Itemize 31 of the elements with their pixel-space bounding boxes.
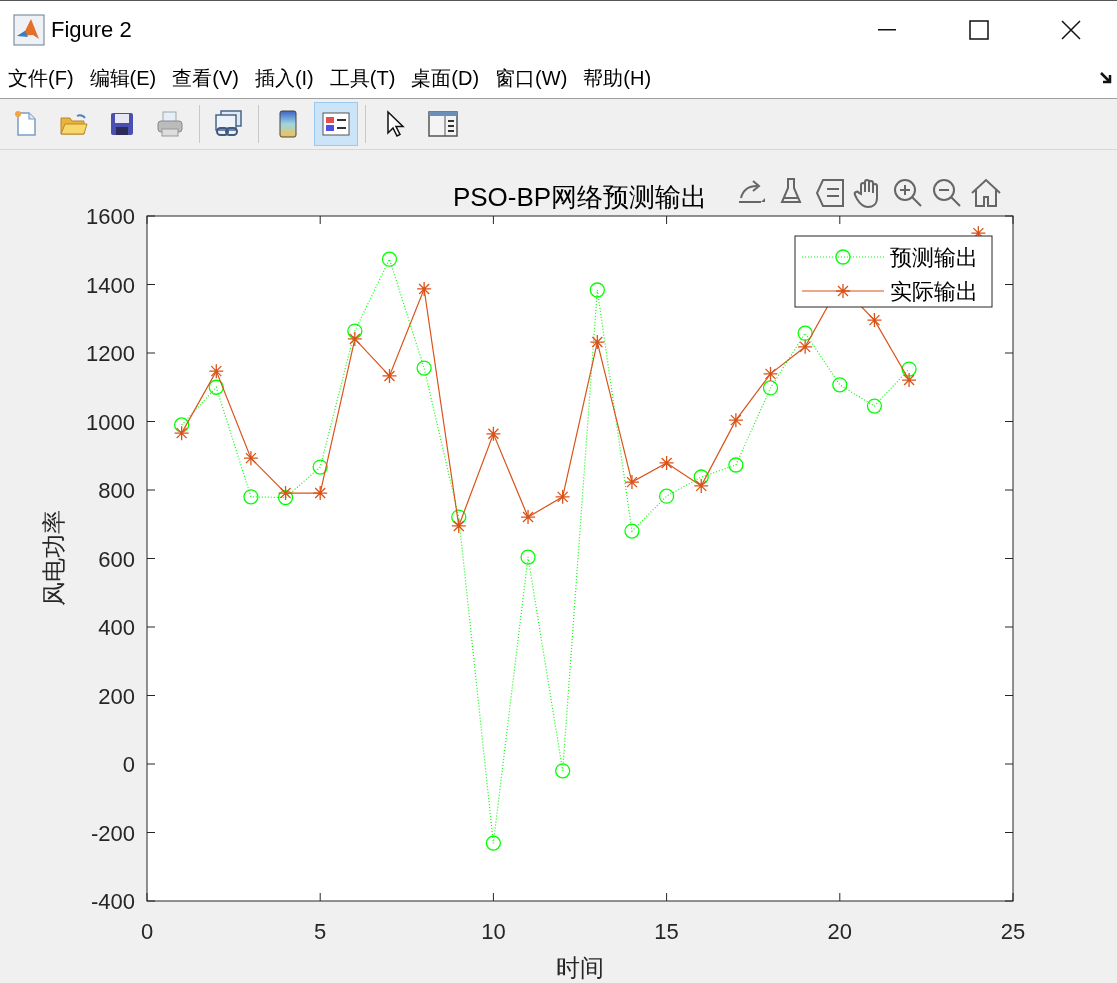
x-tick-label: 15 xyxy=(654,919,679,944)
x-axis-label: 时间 xyxy=(556,954,604,982)
y-tick-label: 1600 xyxy=(86,204,135,229)
y-tick-label: 800 xyxy=(98,478,135,503)
menu-item[interactable]: 查看(V) xyxy=(172,63,239,93)
y-tick-label: 1000 xyxy=(86,409,135,435)
x-tick-label: 5 xyxy=(314,919,327,944)
y-tick-label: 0 xyxy=(122,752,135,777)
legend-label: 实际输出 xyxy=(890,279,978,304)
y-axis-label: 风电功率 xyxy=(40,510,68,606)
window-title: Figure 2 xyxy=(51,16,132,44)
x-tick-label: 25 xyxy=(1000,919,1026,944)
legend-label: 预测输出 xyxy=(890,245,978,270)
y-tick-label: 200 xyxy=(98,683,135,709)
chart-title: PSO-BP网络预测输出 xyxy=(452,182,708,212)
y-tick-label: 1200 xyxy=(86,341,135,366)
menu-item[interactable]: 工具(T) xyxy=(329,63,396,93)
y-tick-label: -400 xyxy=(90,889,135,914)
y-tick-label: 600 xyxy=(98,546,135,572)
x-tick-label: 10 xyxy=(481,919,506,944)
menu-item[interactable]: 插入(I) xyxy=(254,63,314,93)
menu-item[interactable]: 编辑(E) xyxy=(89,63,157,93)
y-tick-label: 400 xyxy=(98,615,135,640)
menu-item[interactable]: 桌面(D) xyxy=(411,63,480,93)
menu-item[interactable]: 窗口(W) xyxy=(495,63,568,93)
x-tick-label: 20 xyxy=(827,919,853,944)
menu-item[interactable]: 帮助(H) xyxy=(583,63,652,93)
y-tick-label: 1400 xyxy=(86,272,135,298)
y-tick-label: -200 xyxy=(90,820,135,846)
menu-item[interactable]: 文件(F) xyxy=(8,63,74,93)
x-tick-label: 0 xyxy=(140,919,154,944)
